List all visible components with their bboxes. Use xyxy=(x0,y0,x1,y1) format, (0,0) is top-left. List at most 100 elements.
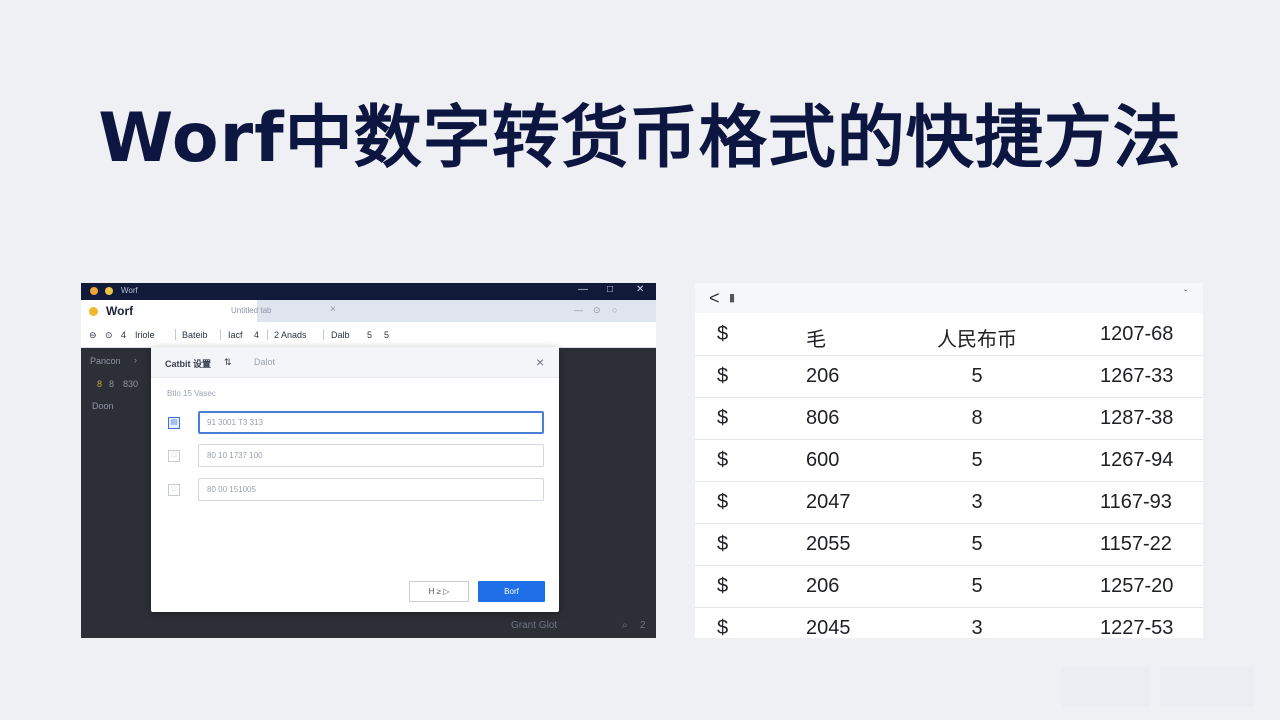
dialog-subtitle: Btlo 15 Vasec xyxy=(167,389,216,398)
refresh-icon[interactable]: ⊙ xyxy=(593,305,601,316)
dialog-tab-dalot[interactable]: Dalot xyxy=(254,357,275,367)
menu-item-1[interactable]: Iriole xyxy=(135,330,155,340)
secondary-button[interactable]: H ≥ ▷ xyxy=(409,581,469,602)
chevron-down-icon[interactable]: ˇ xyxy=(1184,289,1187,300)
cell-value: 1157-22 xyxy=(1100,533,1172,555)
table-header-bar: < ▮ ˇ xyxy=(695,283,1203,313)
maximize-icon[interactable]: □ xyxy=(607,284,613,295)
sidebar-item-pancon[interactable]: Pancon xyxy=(90,356,121,366)
cell-currency: $ xyxy=(717,533,729,555)
cell-currency: $ xyxy=(717,449,729,471)
menu-item-2[interactable]: Bateib xyxy=(182,330,208,340)
tab-secondary[interactable]: Untitled tab xyxy=(231,306,271,315)
cell-amount: 毛 xyxy=(806,329,826,351)
cell-currency: $ xyxy=(717,365,729,387)
cell-amount: 2045 xyxy=(806,617,851,638)
menu-item-number[interactable]: 4 xyxy=(121,330,126,340)
close-dot-icon[interactable] xyxy=(90,287,98,295)
status-search-icon[interactable]: ⌕ xyxy=(622,620,628,631)
cell-amount: 206 xyxy=(806,575,840,597)
table-row[interactable]: $ 2055 5 1157-22 xyxy=(695,523,1203,566)
view-icon[interactable]: ⊙ xyxy=(105,330,113,341)
settings-dialog: Catbit 设置 ⇅ Dalot × Btlo 15 Vasec ▤ 91 3… xyxy=(151,347,559,612)
cell-value: 1207-68 xyxy=(1100,323,1174,345)
tab-minimize-icon[interactable]: — xyxy=(574,305,583,315)
menu-item-6[interactable]: Dalb xyxy=(331,330,350,340)
menu-divider xyxy=(175,329,176,340)
cell-unit: 3 xyxy=(971,617,983,638)
table-row[interactable]: $ 2045 3 1227-53 xyxy=(695,607,1203,638)
status-text: Grant Glot xyxy=(511,620,558,631)
tab-options-icon[interactable]: ○ xyxy=(612,305,617,315)
dialog-title: Catbit 设置 xyxy=(165,359,211,369)
format-input-2[interactable]: 80 10 1737 100 xyxy=(198,444,544,467)
cell-unit: 8 xyxy=(971,407,983,429)
cell-value: 1167-93 xyxy=(1100,491,1172,513)
close-icon[interactable]: ✕ xyxy=(636,284,644,295)
menu-item-5[interactable]: 2 Anads xyxy=(274,330,307,340)
cell-unit: 5 xyxy=(971,365,983,387)
menu-divider xyxy=(220,329,221,340)
cell-amount: 806 xyxy=(806,407,840,429)
cell-currency: $ xyxy=(717,491,729,513)
document-icon[interactable]: ▮ xyxy=(729,291,735,304)
menu-bar: ⊖ ⊙ 4 Iriole Bateib Iacf 4 2 Anads Dalb … xyxy=(81,322,656,348)
back-icon[interactable]: < xyxy=(709,288,720,309)
table-row[interactable]: $ 2047 3 1167-93 xyxy=(695,481,1203,524)
menu-item-4[interactable]: 4 xyxy=(254,330,259,340)
page-title: Worf中数字转货币格式的快捷方法 xyxy=(98,99,1182,178)
table-row[interactable]: $ 806 8 1287-38 xyxy=(695,397,1203,440)
cell-amount: 600 xyxy=(806,449,840,471)
window-title: Worf xyxy=(121,286,138,295)
app-logo-icon xyxy=(89,307,98,316)
cell-currency: $ xyxy=(717,575,729,597)
sidebar-arrow-icon[interactable]: › xyxy=(134,355,137,365)
cell-amount: 2047 xyxy=(806,491,851,513)
tab-bar: Worf Untitled tab × — ⊙ ○ xyxy=(81,300,656,322)
menu-divider xyxy=(323,329,324,340)
watermark-left xyxy=(1062,667,1150,707)
format-input-3[interactable]: 80 00 151005 xyxy=(198,478,544,501)
menu-item-7[interactable]: 5 xyxy=(367,330,372,340)
watermark-right xyxy=(1160,667,1254,707)
tab-close-icon[interactable]: × xyxy=(330,304,336,315)
dialog-close-icon[interactable]: × xyxy=(536,354,544,370)
field-3-icon: □ xyxy=(168,484,180,496)
minimize-dot-icon[interactable] xyxy=(105,287,113,295)
tab-label: Worf xyxy=(106,304,134,318)
sidebar-value-b: 8 xyxy=(109,379,115,389)
menu-item-3[interactable]: Iacf xyxy=(228,330,243,340)
cell-amount: 206 xyxy=(806,365,840,387)
dialog-header: Catbit 设置 ⇅ Dalot × xyxy=(151,347,559,378)
table-row[interactable]: $ 206 5 1267-33 xyxy=(695,355,1203,398)
app-window: Worf — □ ✕ Worf Untitled tab × — ⊙ ○ ⊖ ⊙… xyxy=(81,283,656,638)
cell-value: 1267-94 xyxy=(1100,449,1174,471)
cell-unit: 5 xyxy=(971,449,983,471)
table-row[interactable]: $ 毛 人民布币 1207-68 xyxy=(695,313,1203,356)
currency-table-panel: < ▮ ˇ $ 毛 人民布币 1207-68 $ 206 5 1267-33 $… xyxy=(695,283,1203,638)
cell-unit: 人民布币 xyxy=(937,329,1017,351)
cell-amount: 2055 xyxy=(806,533,851,555)
menu-divider xyxy=(267,329,268,340)
cell-currency: $ xyxy=(717,617,729,638)
cell-unit: 3 xyxy=(971,491,983,513)
cell-unit: 5 xyxy=(971,533,983,555)
minimize-icon[interactable]: — xyxy=(578,284,588,295)
menu-item-8[interactable]: 5 xyxy=(384,330,389,340)
format-input-1[interactable]: 91 3001 T3 313 xyxy=(198,411,544,434)
sidebar-item-doon[interactable]: Doon xyxy=(92,401,114,411)
sidebar-value-c: 830 xyxy=(123,379,139,389)
cell-value: 1227-53 xyxy=(1100,617,1174,638)
sort-icon[interactable]: ⇅ xyxy=(224,357,232,368)
field-1-icon: ▤ xyxy=(168,417,180,429)
cell-value: 1257-20 xyxy=(1100,575,1174,597)
table-row[interactable]: $ 206 5 1257-20 xyxy=(695,565,1203,608)
hide-icon[interactable]: ⊖ xyxy=(89,330,97,341)
primary-button[interactable]: Borf xyxy=(478,581,545,602)
status-count: 2 xyxy=(640,620,646,631)
sidebar-value-a: 8 xyxy=(97,379,103,389)
table-row[interactable]: $ 600 5 1267-94 xyxy=(695,439,1203,482)
field-2-icon: □ xyxy=(168,450,180,462)
cell-value: 1287-38 xyxy=(1100,407,1174,429)
window-titlebar: Worf — □ ✕ xyxy=(81,283,656,300)
